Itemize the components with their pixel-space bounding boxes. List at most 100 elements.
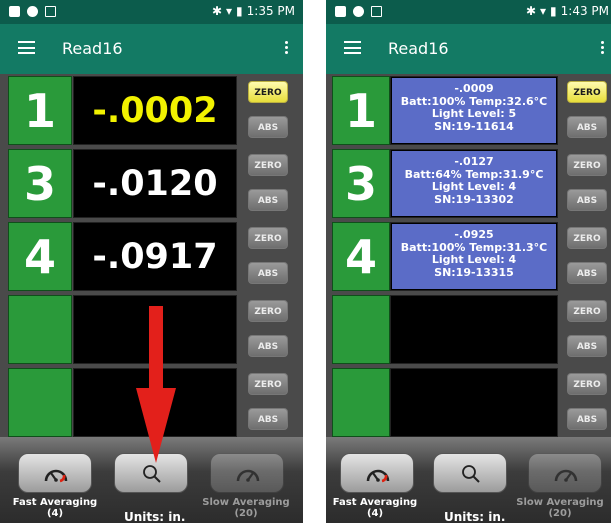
zero-button[interactable]: ZERO [567, 373, 607, 395]
zero-button[interactable]: ZERO [567, 81, 607, 103]
menu-icon[interactable] [344, 41, 361, 54]
zero-button[interactable]: ZERO [248, 373, 288, 395]
slow-averaging-count: (20) [548, 508, 572, 519]
notification-icon [335, 6, 346, 17]
gauge-icon [366, 469, 390, 483]
red-arrow-annotation [136, 306, 176, 463]
gauge-icon [44, 469, 68, 483]
fast-averaging-button[interactable] [340, 453, 414, 493]
gauge-slot: 1 -.0009 Batt:100% Temp:32.6°C Light Lev… [326, 74, 611, 147]
reading-display[interactable]: -.0917 [73, 222, 237, 291]
serial-number-text: SN:19-13315 [434, 265, 514, 279]
fast-averaging-button[interactable] [18, 453, 92, 493]
abs-button[interactable]: ABS [567, 189, 607, 211]
abs-button[interactable]: ABS [567, 335, 607, 357]
slot-number: 4 [332, 222, 390, 291]
gauge-slot: 3 -.0127 Batt:64% Temp:31.9°C Light Leve… [326, 147, 611, 220]
gauge-slot: ZERO ABS [326, 293, 611, 366]
zero-button[interactable]: ZERO [248, 227, 288, 249]
notification-icons [9, 6, 56, 17]
app-title: Read16 [62, 39, 123, 58]
reading-value: -.0120 [92, 164, 218, 204]
status-time: 1:35 PM [246, 4, 295, 18]
app-title: Read16 [388, 39, 449, 58]
slot-number: 1 [332, 76, 390, 145]
battery-icon: ▮ [550, 4, 557, 18]
more-vert-icon[interactable] [285, 41, 289, 56]
slot-number: 1 [8, 76, 72, 145]
zero-button[interactable]: ZERO [567, 227, 607, 249]
abs-button[interactable]: ABS [567, 262, 607, 284]
gauge-icon [236, 469, 260, 482]
notification-icon [27, 6, 38, 17]
zero-button[interactable]: ZERO [248, 300, 288, 322]
reading-display[interactable]: -.0127 Batt:64% Temp:31.9°C Light Level:… [390, 149, 558, 218]
notification-icons [335, 6, 382, 17]
reading-display[interactable]: -.0009 Batt:100% Temp:32.6°C Light Level… [390, 76, 558, 145]
reading-display[interactable] [390, 295, 558, 364]
slot-number: 4 [8, 222, 72, 291]
reading-value: -.0917 [92, 237, 218, 277]
search-icon [462, 465, 480, 483]
slot-number [332, 295, 390, 364]
zero-button[interactable]: ZERO [567, 154, 607, 176]
abs-button[interactable]: ABS [567, 408, 607, 430]
reading-value: -.0925 [454, 228, 494, 241]
fast-averaging-label: Fast Averaging (4) [0, 497, 110, 519]
wifi-icon: ▾ [540, 4, 547, 18]
fast-averaging-count: (4) [46, 508, 64, 519]
bottom-toolbar: Fast Averaging (4) Slow Averaging (20) U… [326, 437, 611, 523]
notification-icon [371, 6, 382, 17]
serial-number-text: SN:19-13302 [434, 192, 514, 206]
search-button[interactable] [433, 453, 507, 493]
fast-averaging-label: Fast Averaging (4) [326, 497, 430, 519]
gauge-info-panel: -.0925 Batt:100% Temp:31.3°C Light Level… [392, 224, 556, 289]
gauge-info-panel: -.0009 Batt:100% Temp:32.6°C Light Level… [392, 78, 556, 143]
gauge-slot: ZERO ABS [326, 366, 611, 439]
slow-averaging-count: (20) [234, 508, 258, 519]
fast-averaging-text: Fast Averaging [12, 497, 98, 508]
slot-number: 3 [8, 149, 72, 218]
notification-icon [45, 6, 56, 17]
reading-display[interactable]: -.0925 Batt:100% Temp:31.3°C Light Level… [390, 222, 558, 291]
slot-number [8, 295, 72, 364]
zero-button[interactable]: ZERO [248, 81, 288, 103]
slot-number [332, 368, 390, 437]
light-level-text: Light Level: 5 [431, 107, 517, 120]
more-vert-icon[interactable] [601, 41, 605, 56]
status-indicators: ✱ ▾ ▮ 1:43 PM [526, 4, 609, 18]
screen-right: ✱ ▾ ▮ 1:43 PM Read16 1 -.0009 Batt:100% … [326, 0, 611, 523]
status-bar: ✱ ▾ ▮ 1:35 PM [0, 0, 303, 24]
serial-number-text: SN:19-11614 [434, 119, 514, 133]
slot-number [8, 368, 72, 437]
abs-button[interactable]: ABS [567, 116, 607, 138]
menu-icon[interactable] [18, 41, 35, 54]
zero-button[interactable]: ZERO [567, 300, 607, 322]
gauge-info-panel: -.0127 Batt:64% Temp:31.9°C Light Level:… [392, 151, 556, 216]
search-icon [143, 465, 161, 483]
reading-display[interactable] [390, 368, 558, 437]
abs-button[interactable]: ABS [248, 408, 288, 430]
status-time: 1:43 PM [560, 4, 609, 18]
zero-button[interactable]: ZERO [248, 154, 288, 176]
fast-averaging-text: Fast Averaging [332, 497, 418, 508]
abs-button[interactable]: ABS [248, 335, 288, 357]
reading-value: -.0009 [454, 82, 494, 95]
slow-averaging-button[interactable] [210, 453, 284, 493]
reading-display[interactable]: -.0120 [73, 149, 237, 218]
slow-averaging-text: Slow Averaging [516, 497, 604, 508]
gauge-slot: 4 -.0917 ZERO ABS [0, 220, 303, 293]
wifi-icon: ▾ [226, 4, 233, 18]
abs-button[interactable]: ABS [248, 262, 288, 284]
screen-left: ✱ ▾ ▮ 1:35 PM Read16 1 -.0002 ZERO ABS 3… [0, 0, 303, 523]
app-bar: Read16 [0, 24, 303, 74]
reading-display[interactable]: -.0002 [73, 76, 237, 145]
abs-button[interactable]: ABS [248, 116, 288, 138]
reading-value: -.0127 [454, 155, 494, 168]
slow-averaging-label: Slow Averaging (20) [510, 497, 610, 519]
abs-button[interactable]: ABS [248, 189, 288, 211]
units-label: Units: in. [124, 510, 186, 523]
slow-averaging-button[interactable] [528, 453, 602, 493]
slow-averaging-text: Slow Averaging [202, 497, 290, 508]
bluetooth-icon: ✱ [525, 4, 536, 18]
